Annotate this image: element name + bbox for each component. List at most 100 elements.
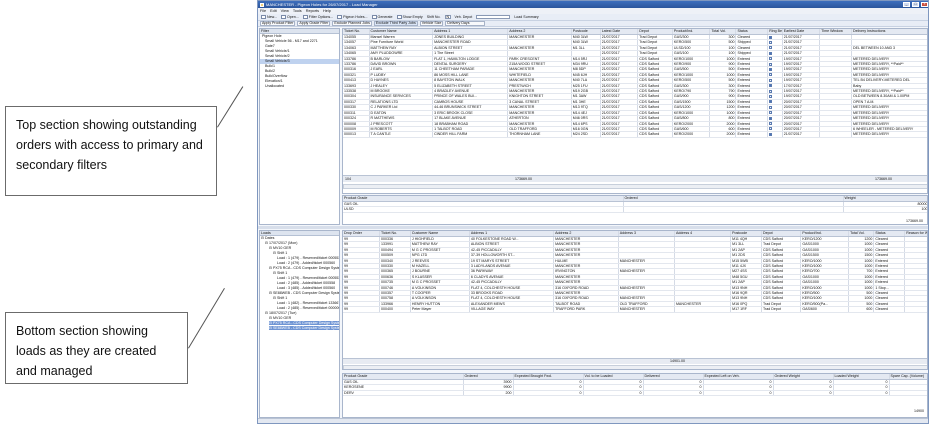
app-window: MANCHESTER - Pigeon Holes for 26/07/2017… xyxy=(257,0,929,424)
filter-toggle-button[interactable]: Apply Grade Filter xyxy=(297,20,331,27)
ring-before-checkbox[interactable] xyxy=(769,100,773,104)
close-button[interactable]: × xyxy=(921,2,928,7)
toolbar-button-label: Open... xyxy=(287,15,299,19)
grade-summary-panel: Product Grade Ordered Weight GAS OIL 80000 UL… xyxy=(342,195,928,225)
toolbar-button[interactable]: Filter Options... xyxy=(302,15,334,19)
load-summary-panel: Product Grade Ordered Expected Brought Fwd… xyxy=(342,373,928,418)
tree-node-label: Load : 2 (485) - Added/ticket 000558 xyxy=(277,280,336,285)
load-summary-button[interactable]: Load Summary xyxy=(514,15,538,19)
top-section-callout-text: Top section showing outstanding orders w… xyxy=(16,118,203,172)
tree-node-label: Shift 1 xyxy=(277,295,288,300)
table-row[interactable]: DERV 200 0 0 0 0 0 0 xyxy=(343,390,927,397)
tree-node[interactable]: ⊟ SE88WEB - CDS Computer Design Systems … xyxy=(260,291,339,296)
loads-tree: ⊟ Dates ⊟ 17/07/2017 (Mon) ⊟ MV10 GER ⊟ Shi… xyxy=(260,236,339,331)
ring-before-checkbox[interactable] xyxy=(769,89,773,93)
menu-item[interactable]: Help xyxy=(323,9,331,13)
tree-node[interactable]: ⊟ PX75 RCA - CDS Computer Design Systems… xyxy=(260,266,339,271)
menu-item[interactable]: File xyxy=(260,9,266,13)
ring-before-checkbox[interactable] xyxy=(769,40,773,44)
tree-node[interactable]: ⊟ PX75 RCA - CDS Computer Design Systems… xyxy=(260,320,339,326)
ring-before-checkbox[interactable] xyxy=(769,111,773,115)
ring-before-checkbox[interactable] xyxy=(769,105,773,109)
table-cell: DERV xyxy=(343,390,464,397)
grade-summary-table: Product Grade Ordered Weight GAS OIL 80000 UL… xyxy=(343,196,927,213)
toolbar-button[interactable]: New... xyxy=(261,15,277,19)
ring-before-checkbox[interactable] xyxy=(769,132,773,136)
tree-node[interactable]: ⊟ SE88WEB - CDS Computer Design Systems … xyxy=(260,325,339,331)
table-row[interactable]: 99 000400 Peter Mayer VILLAGE WAY TRAFFORD P… xyxy=(343,306,927,313)
tree-node-label: PX75 RCA - CDS Computer Design Systems L… xyxy=(273,265,340,270)
ring-before-checkbox[interactable] xyxy=(769,46,773,50)
column-header[interactable]: Reason for Warning xyxy=(904,231,927,237)
table-cell: 000013 xyxy=(343,131,370,138)
menu-item[interactable]: Reports xyxy=(306,9,319,13)
table-cell xyxy=(889,390,927,397)
ring-before-checkbox[interactable] xyxy=(769,67,773,71)
table-row[interactable]: ULSD 100 xyxy=(343,206,927,213)
ring-before-checkbox[interactable] xyxy=(769,122,773,126)
table-cell: MANCHESTER xyxy=(618,306,675,313)
ring-before-checkbox[interactable] xyxy=(769,62,773,66)
minimize-button[interactable]: _ xyxy=(903,2,910,7)
toolbar-icon xyxy=(302,15,308,19)
load-summary-table: Product Grade Ordered Expected Brought Fwd… xyxy=(343,374,927,397)
top-section-callout: Top section showing outstanding orders w… xyxy=(5,106,217,196)
toolbar-icon xyxy=(396,15,402,19)
table-cell: T A CANTLE xyxy=(369,131,434,138)
veh-depot-select[interactable] xyxy=(476,14,511,20)
ring-before-checkbox[interactable] xyxy=(769,95,773,99)
menu-item[interactable]: View xyxy=(281,9,289,13)
delivery-days-dropdown[interactable]: Delivery Days xyxy=(445,20,486,27)
ring-before-checkbox[interactable] xyxy=(769,84,773,88)
toolbar-button[interactable]: Open... xyxy=(281,15,299,19)
filter-item[interactable]: Unallocated xyxy=(260,84,339,89)
table-cell xyxy=(819,131,853,138)
tree-node-label: SE88WEB - CDS Computer Design Systems Lt xyxy=(273,290,340,295)
ring-before-checkbox[interactable] xyxy=(769,73,773,77)
toolbar-button-label: Generate xyxy=(377,15,393,19)
maximize-button[interactable]: □ xyxy=(912,2,919,7)
bottom-section-callout: Bottom section showing loads as they are… xyxy=(5,312,188,384)
table-cell: VILLAGE WAY xyxy=(469,306,555,313)
filter-toggle-button[interactable]: Vehicle Size xyxy=(419,20,444,27)
ring-before-checkbox[interactable] xyxy=(769,127,773,131)
section-splitter[interactable] xyxy=(258,226,928,229)
orders-hscrollbar[interactable] xyxy=(343,184,927,189)
filter-toggle-button[interactable]: Exclude Planned Jobs xyxy=(332,20,372,27)
bottom-callout-arrow xyxy=(188,287,225,349)
table-cell: CDS Salford xyxy=(637,131,673,138)
grade-total: 173669.00 xyxy=(906,219,923,223)
status-bar xyxy=(258,418,928,423)
table-cell: ULSD xyxy=(343,206,624,213)
ring-before-checkbox[interactable] xyxy=(769,57,773,61)
tree-node-label: 17/07/2017 (Mon) xyxy=(269,240,298,245)
ring-before-checkbox[interactable] xyxy=(769,78,773,82)
toolbar-button-label: Filter Options... xyxy=(308,15,334,19)
filter-toolbar: Apply Product Filter Apply Grade Filter Ex… xyxy=(258,20,928,27)
ring-before-checkbox[interactable] xyxy=(769,116,773,120)
shift-input[interactable]: N xyxy=(444,14,451,20)
toolbar-button[interactable]: Pigeon Holes... xyxy=(337,15,368,19)
table-cell: 21/07/2017 xyxy=(600,131,639,138)
ring-before-checkbox[interactable] xyxy=(769,35,773,39)
menu-item[interactable]: Tools xyxy=(293,9,302,13)
loads-footer: 14901.00 xyxy=(343,358,927,364)
column-header[interactable]: Ring Before Del. xyxy=(767,29,783,35)
table-cell: 200 xyxy=(463,390,514,397)
table-cell: KERO/2000 xyxy=(672,131,711,138)
toolbar-button[interactable]: Show Empty xyxy=(396,15,423,19)
filter-toggle-button[interactable]: Apply Product Filter xyxy=(260,20,296,27)
app-icon xyxy=(260,2,264,7)
loads-hscrollbar[interactable] xyxy=(343,365,927,369)
table-cell: M17 1RF xyxy=(730,306,762,313)
toolbar-button[interactable]: Generate xyxy=(371,15,393,19)
table-cell: 600 xyxy=(848,306,875,313)
menu-item[interactable]: Edit xyxy=(270,9,277,13)
table-cell: Cleared xyxy=(873,306,906,313)
table-row[interactable]: 000013 T A CANTLE CINDER HILL FARM THORNHAM… xyxy=(343,131,927,138)
ring-before-checkbox[interactable] xyxy=(769,51,773,55)
table-cell: 100 xyxy=(843,206,927,213)
filter-toggle-button[interactable]: Exclude Third Party Jobs xyxy=(373,20,418,27)
veh-depot-label: Veh. Depot xyxy=(454,15,473,19)
column-header[interactable]: Spare Cap. (Volume) xyxy=(889,374,927,380)
